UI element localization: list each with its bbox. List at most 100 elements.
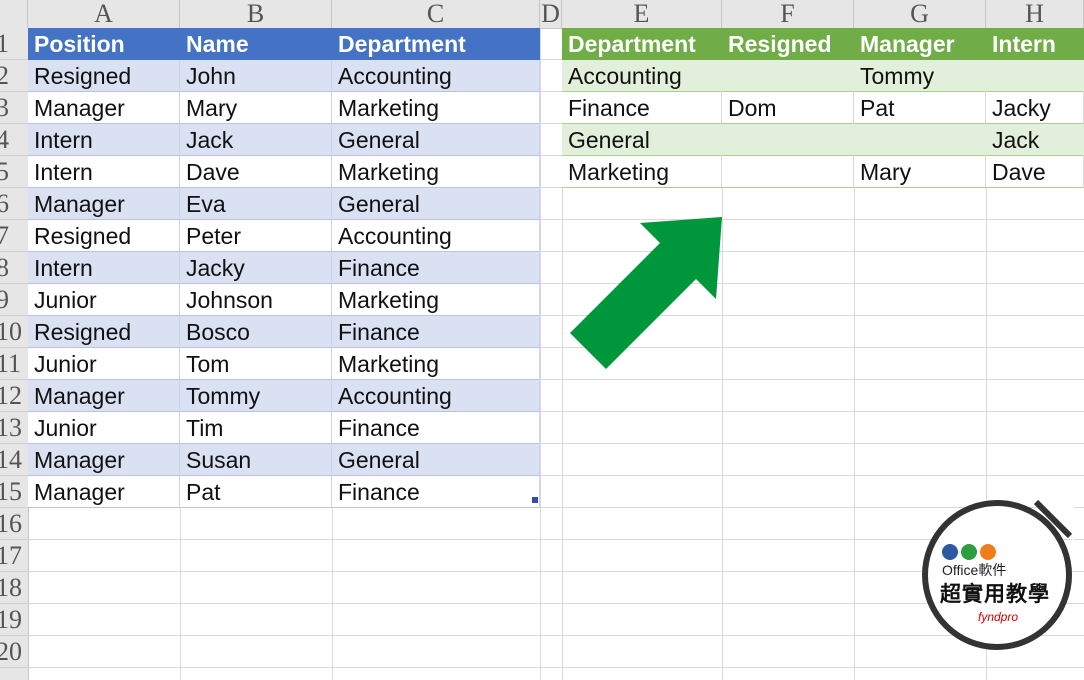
right-table-cell[interactable]: Jacky bbox=[986, 92, 1084, 124]
row-header-17[interactable]: 17 bbox=[0, 540, 28, 572]
left-table-cell[interactable]: Intern bbox=[28, 124, 180, 156]
left-table-cell[interactable]: Johnson bbox=[180, 284, 332, 316]
left-table-cell[interactable]: General bbox=[332, 444, 540, 476]
column-header-g[interactable]: G bbox=[854, 0, 986, 28]
row-header-12[interactable]: 12 bbox=[0, 380, 28, 412]
left-table-cell[interactable]: Jacky bbox=[180, 252, 332, 284]
column-header-c[interactable]: C bbox=[332, 0, 540, 28]
row-header-7[interactable]: 7 bbox=[0, 220, 28, 252]
left-table-cell[interactable]: General bbox=[332, 124, 540, 156]
row-header-20[interactable]: 20 bbox=[0, 636, 28, 668]
left-table-cell[interactable]: Accounting bbox=[332, 380, 540, 412]
left-table-cell[interactable]: Finance bbox=[332, 252, 540, 284]
left-table-header-cell[interactable]: Department bbox=[332, 28, 540, 60]
right-table-header-cell[interactable]: Manager bbox=[854, 28, 986, 60]
row-header-8[interactable]: 8 bbox=[0, 252, 28, 284]
blue-dot-icon bbox=[942, 544, 958, 560]
left-table-cell[interactable]: Jack bbox=[180, 124, 332, 156]
row-header-11[interactable]: 11 bbox=[0, 348, 28, 380]
left-table-cell[interactable]: Junior bbox=[28, 348, 180, 380]
row-header-1[interactable]: 1 bbox=[0, 28, 28, 60]
column-header-e[interactable]: E bbox=[562, 0, 722, 28]
left-table-cell[interactable]: John bbox=[180, 60, 332, 92]
column-header-f[interactable]: F bbox=[722, 0, 854, 28]
left-table-cell[interactable]: Intern bbox=[28, 252, 180, 284]
row-header-4[interactable]: 4 bbox=[0, 124, 28, 156]
row-header-9[interactable]: 9 bbox=[0, 284, 28, 316]
right-table-header-cell[interactable]: Intern bbox=[986, 28, 1084, 60]
right-table-cell[interactable] bbox=[722, 60, 854, 92]
row-header-13[interactable]: 13 bbox=[0, 412, 28, 444]
right-table-header-cell[interactable]: Department bbox=[562, 28, 722, 60]
left-table-cell[interactable]: Marketing bbox=[332, 348, 540, 380]
left-table-cell[interactable]: Resigned bbox=[28, 220, 180, 252]
left-table-cell[interactable]: Marketing bbox=[332, 284, 540, 316]
right-table-cell[interactable]: Tommy bbox=[854, 60, 986, 92]
left-table-cell[interactable]: Tom bbox=[180, 348, 332, 380]
row-header-19[interactable]: 19 bbox=[0, 604, 28, 636]
left-table-cell[interactable]: Resigned bbox=[28, 316, 180, 348]
left-table-cell[interactable]: Finance bbox=[332, 316, 540, 348]
row-header-10[interactable]: 10 bbox=[0, 316, 28, 348]
right-table-cell[interactable] bbox=[854, 124, 986, 156]
left-table-cell[interactable]: General bbox=[332, 188, 540, 220]
column-header-h[interactable]: H bbox=[986, 0, 1084, 28]
row-header-14[interactable]: 14 bbox=[0, 444, 28, 476]
right-table-cell[interactable] bbox=[722, 124, 854, 156]
row-header-3[interactable]: 3 bbox=[0, 92, 28, 124]
select-all-corner[interactable] bbox=[0, 0, 28, 28]
left-table-cell[interactable]: Marketing bbox=[332, 156, 540, 188]
left-table-header-cell[interactable]: Position bbox=[28, 28, 180, 60]
right-table-cell[interactable]: Mary bbox=[854, 156, 986, 188]
badge-line1: Office軟件 bbox=[942, 562, 1007, 578]
right-table-cell[interactable]: Pat bbox=[854, 92, 986, 124]
left-table-cell[interactable]: Tommy bbox=[180, 380, 332, 412]
column-header-d[interactable]: D bbox=[540, 0, 562, 28]
left-table-cell[interactable]: Manager bbox=[28, 380, 180, 412]
left-table-cell[interactable]: Finance bbox=[332, 412, 540, 444]
left-table-cell[interactable]: Manager bbox=[28, 444, 180, 476]
left-table-cell[interactable]: Mary bbox=[180, 92, 332, 124]
left-table-cell[interactable]: Finance bbox=[332, 476, 540, 508]
row-header-18[interactable]: 18 bbox=[0, 572, 28, 604]
row-header-6[interactable]: 6 bbox=[0, 188, 28, 220]
left-table-cell[interactable]: Pat bbox=[180, 476, 332, 508]
left-table-header-cell[interactable]: Name bbox=[180, 28, 332, 60]
right-table-cell[interactable] bbox=[986, 60, 1084, 92]
left-table-cell[interactable]: Manager bbox=[28, 476, 180, 508]
left-table-cell[interactable]: Marketing bbox=[332, 92, 540, 124]
left-table-cell[interactable]: Tim bbox=[180, 412, 332, 444]
right-table-cell[interactable]: General bbox=[562, 124, 722, 156]
green-dot-icon bbox=[961, 544, 977, 560]
right-table-cell[interactable]: Dave bbox=[986, 156, 1084, 188]
column-header-a[interactable]: A bbox=[28, 0, 180, 28]
right-table-cell[interactable]: Marketing bbox=[562, 156, 722, 188]
right-table-cell[interactable] bbox=[722, 156, 854, 188]
row-header-bar: 1234567891011121314151617181920 bbox=[0, 28, 29, 680]
row-header-15[interactable]: 15 bbox=[0, 476, 28, 508]
left-table-cell[interactable]: Intern bbox=[28, 156, 180, 188]
right-table-cell[interactable]: Dom bbox=[722, 92, 854, 124]
row-header-16[interactable]: 16 bbox=[0, 508, 28, 540]
right-table-header-cell[interactable]: Resigned bbox=[722, 28, 854, 60]
left-table-cell[interactable]: Manager bbox=[28, 188, 180, 220]
left-table-cell[interactable]: Junior bbox=[28, 284, 180, 316]
left-table-cell[interactable]: Susan bbox=[180, 444, 332, 476]
left-table-cell[interactable]: Eva bbox=[180, 188, 332, 220]
right-table-cell[interactable]: Finance bbox=[562, 92, 722, 124]
left-table-cell[interactable]: Peter bbox=[180, 220, 332, 252]
left-table-cell[interactable]: Manager bbox=[28, 92, 180, 124]
left-table-cell[interactable]: Bosco bbox=[180, 316, 332, 348]
left-table-cell[interactable]: Accounting bbox=[332, 60, 540, 92]
column-header-b[interactable]: B bbox=[180, 0, 332, 28]
table-resize-handle[interactable] bbox=[532, 497, 538, 503]
row-header-2[interactable]: 2 bbox=[0, 60, 28, 92]
left-table-cell[interactable]: Dave bbox=[180, 156, 332, 188]
left-table-cell[interactable]: Junior bbox=[28, 412, 180, 444]
left-table-cell[interactable]: Accounting bbox=[332, 220, 540, 252]
brand-logo: fyndpro bbox=[978, 610, 1019, 624]
row-header-5[interactable]: 5 bbox=[0, 156, 28, 188]
right-table-cell[interactable]: Accounting bbox=[562, 60, 722, 92]
right-table-cell[interactable]: Jack bbox=[986, 124, 1084, 156]
left-table-cell[interactable]: Resigned bbox=[28, 60, 180, 92]
